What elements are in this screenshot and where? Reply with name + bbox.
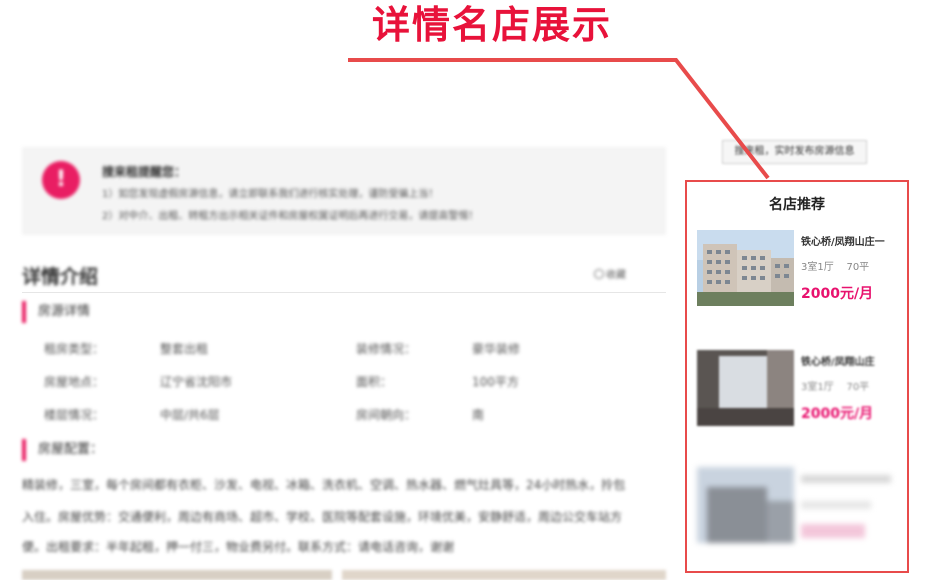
listing-photo bbox=[697, 230, 794, 306]
recommend-card[interactable]: 铁心桥/凤翔山庄一 3室1厅 70平 2000元/月 bbox=[697, 230, 903, 310]
notice-box: ! 搜来租提醒您： 1）如您发现虚假房源信息，请立即联系我们进行核实处理，谨防受… bbox=[22, 147, 666, 235]
listing-name bbox=[801, 475, 891, 483]
collect-label: 收藏 bbox=[606, 270, 626, 281]
collect-icon bbox=[594, 269, 604, 279]
row-key: 装修情况： bbox=[356, 342, 417, 356]
divider bbox=[22, 292, 666, 293]
listing-price bbox=[801, 524, 865, 538]
facility-line-1: 精装修，三室，每个房间都有衣柜、沙发、电视、冰箱、洗衣机、空调、热水器、燃气灶具… bbox=[22, 478, 626, 492]
listing-meta: 3室1厅 70平 bbox=[801, 378, 869, 393]
listing-price: 2000元/月 bbox=[801, 286, 874, 302]
recommend-card[interactable] bbox=[697, 467, 903, 547]
facility-line-2: 入住。房屋优势：交通便利，周边有商场、超市、学校、医院等配套设施，环境优美，安静… bbox=[22, 510, 623, 524]
recommend-card[interactable]: 铁心桥/凤翔山庄 3室1厅 70平 2000元/月 bbox=[697, 350, 903, 430]
row-value: 辽宁省沈阳市 bbox=[160, 375, 233, 389]
listing-photo bbox=[697, 467, 794, 543]
facility-heading: 房屋配置： bbox=[22, 439, 103, 461]
row-key: 房屋地点： bbox=[44, 375, 105, 389]
recommend-title: 名店推荐 bbox=[769, 197, 825, 213]
row-key: 房间朝向： bbox=[356, 408, 417, 422]
row-value: 豪华装修 bbox=[472, 342, 521, 356]
detail-title: 详情介绍 bbox=[22, 266, 99, 288]
listing-meta: 3室1厅 70平 bbox=[801, 258, 869, 273]
row-value: 中层/共6层 bbox=[160, 408, 220, 422]
row-value: 整套出租 bbox=[160, 342, 209, 356]
row-value: 100平方 bbox=[472, 375, 519, 389]
listing-layout: 3室1厅 bbox=[801, 262, 834, 273]
listing-meta bbox=[801, 501, 871, 509]
row-key: 楼层情况： bbox=[44, 408, 105, 422]
collect-button[interactable]: 收藏 bbox=[594, 266, 626, 281]
listing-area: 70平 bbox=[846, 262, 870, 273]
notice-icon: ! bbox=[42, 161, 80, 199]
listing-price: 2000元/月 bbox=[801, 406, 874, 422]
recommend-panel: 名店推荐 铁心桥/凤翔山庄一 3室1厅 70平 2000元/月 铁心桥/凤翔山庄… bbox=[685, 180, 909, 573]
listing-name: 铁心桥/凤翔山庄 bbox=[801, 357, 875, 368]
listing-layout: 3室1厅 bbox=[801, 382, 834, 393]
facility-line-3: 便。出租要求：半年起租，押一付三，物业费另付。联系方式：请电话咨询，谢谢 bbox=[22, 540, 455, 554]
listing-photo bbox=[697, 350, 794, 426]
notice-title: 搜来租提醒您： bbox=[102, 165, 187, 179]
notice-line-2: 2）对中介、出租、转租方出示相关证件和房屋权属证明后再进行交易，请提高警惕！ bbox=[102, 211, 479, 222]
detail-photo bbox=[342, 570, 666, 580]
publish-button[interactable]: 搜来租，实时发布房源信息 bbox=[722, 140, 867, 164]
detail-photo bbox=[22, 570, 332, 580]
row-key: 租房类型： bbox=[44, 342, 105, 356]
listing-name: 铁心桥/凤翔山庄一 bbox=[801, 237, 885, 248]
listing-area: 70平 bbox=[846, 382, 870, 393]
row-value: 南 bbox=[472, 408, 485, 422]
notice-line-1: 1）如您发现虚假房源信息，请立即联系我们进行核实处理，谨防受骗上当！ bbox=[102, 189, 439, 200]
row-key: 面积： bbox=[356, 375, 393, 389]
basic-heading: 房源详情 bbox=[22, 301, 90, 323]
